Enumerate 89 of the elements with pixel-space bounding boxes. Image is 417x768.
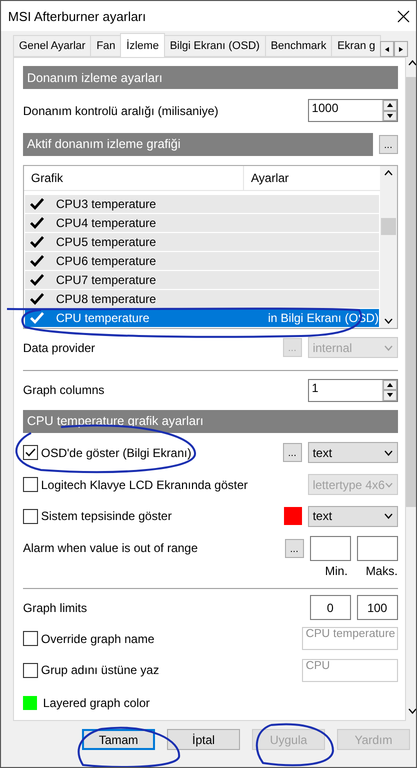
chevron-down-icon: [408, 708, 416, 714]
section-header: CPU temperature grafik ayarları: [23, 410, 398, 433]
field-label: Donanım kontrolü aralığı (milisaniye): [23, 104, 220, 118]
color-swatch[interactable]: [23, 696, 37, 710]
triangle-left-icon: [384, 46, 390, 52]
max-label: Maks.: [366, 564, 398, 578]
checkbox-label: Sistem tepsisinde göster: [41, 509, 172, 524]
checkbox-label: Grup adını üstüne yaz: [41, 663, 160, 678]
window-title: MSI Afterburner ayarları: [8, 8, 146, 24]
graph-name: CPU8 temperature: [55, 292, 158, 306]
list-row[interactable]: CPU temperature in Bilgi Ekranı (OSD): [25, 308, 379, 327]
chevron-down-icon: [384, 450, 393, 456]
max-field[interactable]: 100: [356, 595, 398, 620]
checkmark-icon: [30, 216, 44, 229]
graph-name: CPU6 temperature: [55, 254, 158, 268]
list-row[interactable]: CPU5 temperature: [25, 232, 379, 251]
chevron-down-icon: [384, 513, 393, 520]
list-row[interactable]: CPU8 temperature: [25, 290, 379, 308]
chevron-down-icon: [384, 318, 393, 324]
checkmark-icon: [30, 312, 44, 324]
checkbox[interactable]: [23, 508, 38, 524]
checkbox-label: Logitech Klavye LCD Ekranında göster: [41, 478, 248, 492]
dialog-button[interactable]: İptal: [167, 729, 240, 750]
graph-settings: in Bilgi Ekranı (OSD): [268, 310, 379, 325]
chevron-up-icon: [408, 60, 416, 66]
scroll-left-button[interactable]: [380, 41, 394, 57]
spin-up-button[interactable]: [382, 100, 397, 111]
field-label: Graph limits: [23, 600, 88, 615]
scroll-thumb[interactable]: [406, 77, 416, 507]
more-button[interactable]: ...: [284, 538, 304, 558]
more-button[interactable]: ...: [282, 443, 302, 462]
list-row[interactable]: CPU4 temperature: [25, 214, 379, 232]
scroll-thumb[interactable]: [380, 218, 396, 236]
tab[interactable]: Genel Ayarlar: [13, 35, 92, 57]
checkmark-icon: [30, 236, 44, 248]
style-dropdown[interactable]: text: [308, 506, 398, 527]
field-label: Layered graph color: [43, 696, 151, 710]
chevron-down-icon: [384, 344, 393, 351]
panel-scrollbar[interactable]: [406, 60, 416, 714]
min-label: Min.: [325, 564, 348, 578]
column-header[interactable]: Grafik: [24, 166, 244, 190]
tab[interactable]: Ekran g: [331, 35, 382, 57]
checkbox-label: OSD'de göster (Bilgi Ekranı): [41, 446, 192, 460]
graph-name: CPU3 temperature: [55, 196, 158, 211]
checkmark-icon: [30, 292, 44, 305]
checkmark-icon: [30, 274, 44, 286]
max-field[interactable]: [356, 536, 398, 561]
spin-down-button[interactable]: [382, 390, 397, 401]
checkbox[interactable]: [23, 445, 38, 460]
dialog-button[interactable]: Tamam: [82, 729, 155, 750]
section-header: Aktif donanım izleme grafiği: [23, 132, 373, 156]
checkbox-label: Override graph name: [41, 632, 154, 646]
triangle-up-icon: [386, 103, 393, 108]
graph-name: CPU5 temperature: [55, 234, 158, 249]
chevron-up-icon: [384, 170, 393, 176]
column-header[interactable]: Ayarlar: [244, 166, 380, 190]
section-header: Donanım izleme ayarları: [23, 66, 398, 89]
graph-name: CPU temperature: [55, 310, 150, 325]
scroll-right-button[interactable]: [394, 41, 408, 57]
tab[interactable]: İzleme: [120, 33, 165, 57]
close-icon[interactable]: [397, 10, 410, 22]
tab[interactable]: Bilgi Ekranı (OSD): [164, 35, 266, 57]
triangle-right-icon: [398, 46, 404, 52]
spin-field[interactable]: 1000: [308, 99, 398, 122]
min-field[interactable]: [310, 536, 351, 561]
list-row[interactable]: CPU3 temperature: [25, 194, 379, 213]
style-dropdown[interactable]: text: [308, 442, 398, 464]
tab[interactable]: Fan: [90, 35, 122, 57]
checkmark-icon: [30, 198, 44, 210]
spin-up-button[interactable]: [382, 380, 397, 390]
triangle-up-icon: [386, 382, 393, 388]
field-label: Data provider: [23, 340, 96, 355]
spin-down-button[interactable]: [382, 110, 397, 122]
graph-name: CPU7 temperature: [55, 272, 158, 287]
field-label: Alarm when value is out of range: [23, 541, 199, 556]
checkmark-icon: [30, 254, 44, 267]
graph-name: CPU4 temperature: [55, 216, 158, 230]
more-button[interactable]: ...: [378, 134, 398, 154]
min-field[interactable]: 0: [310, 595, 351, 620]
field-label: Graph columns: [23, 383, 106, 398]
list-scrollbar[interactable]: [380, 166, 397, 328]
color-swatch[interactable]: [284, 507, 302, 526]
triangle-down-icon: [386, 393, 393, 398]
list-row[interactable]: CPU6 temperature: [25, 252, 379, 270]
chevron-down-icon: [384, 482, 393, 488]
triangle-down-icon: [386, 114, 393, 119]
tab[interactable]: Benchmark: [264, 35, 332, 57]
list-row[interactable]: CPU7 temperature: [25, 270, 379, 289]
spin-field[interactable]: 1: [308, 378, 398, 402]
